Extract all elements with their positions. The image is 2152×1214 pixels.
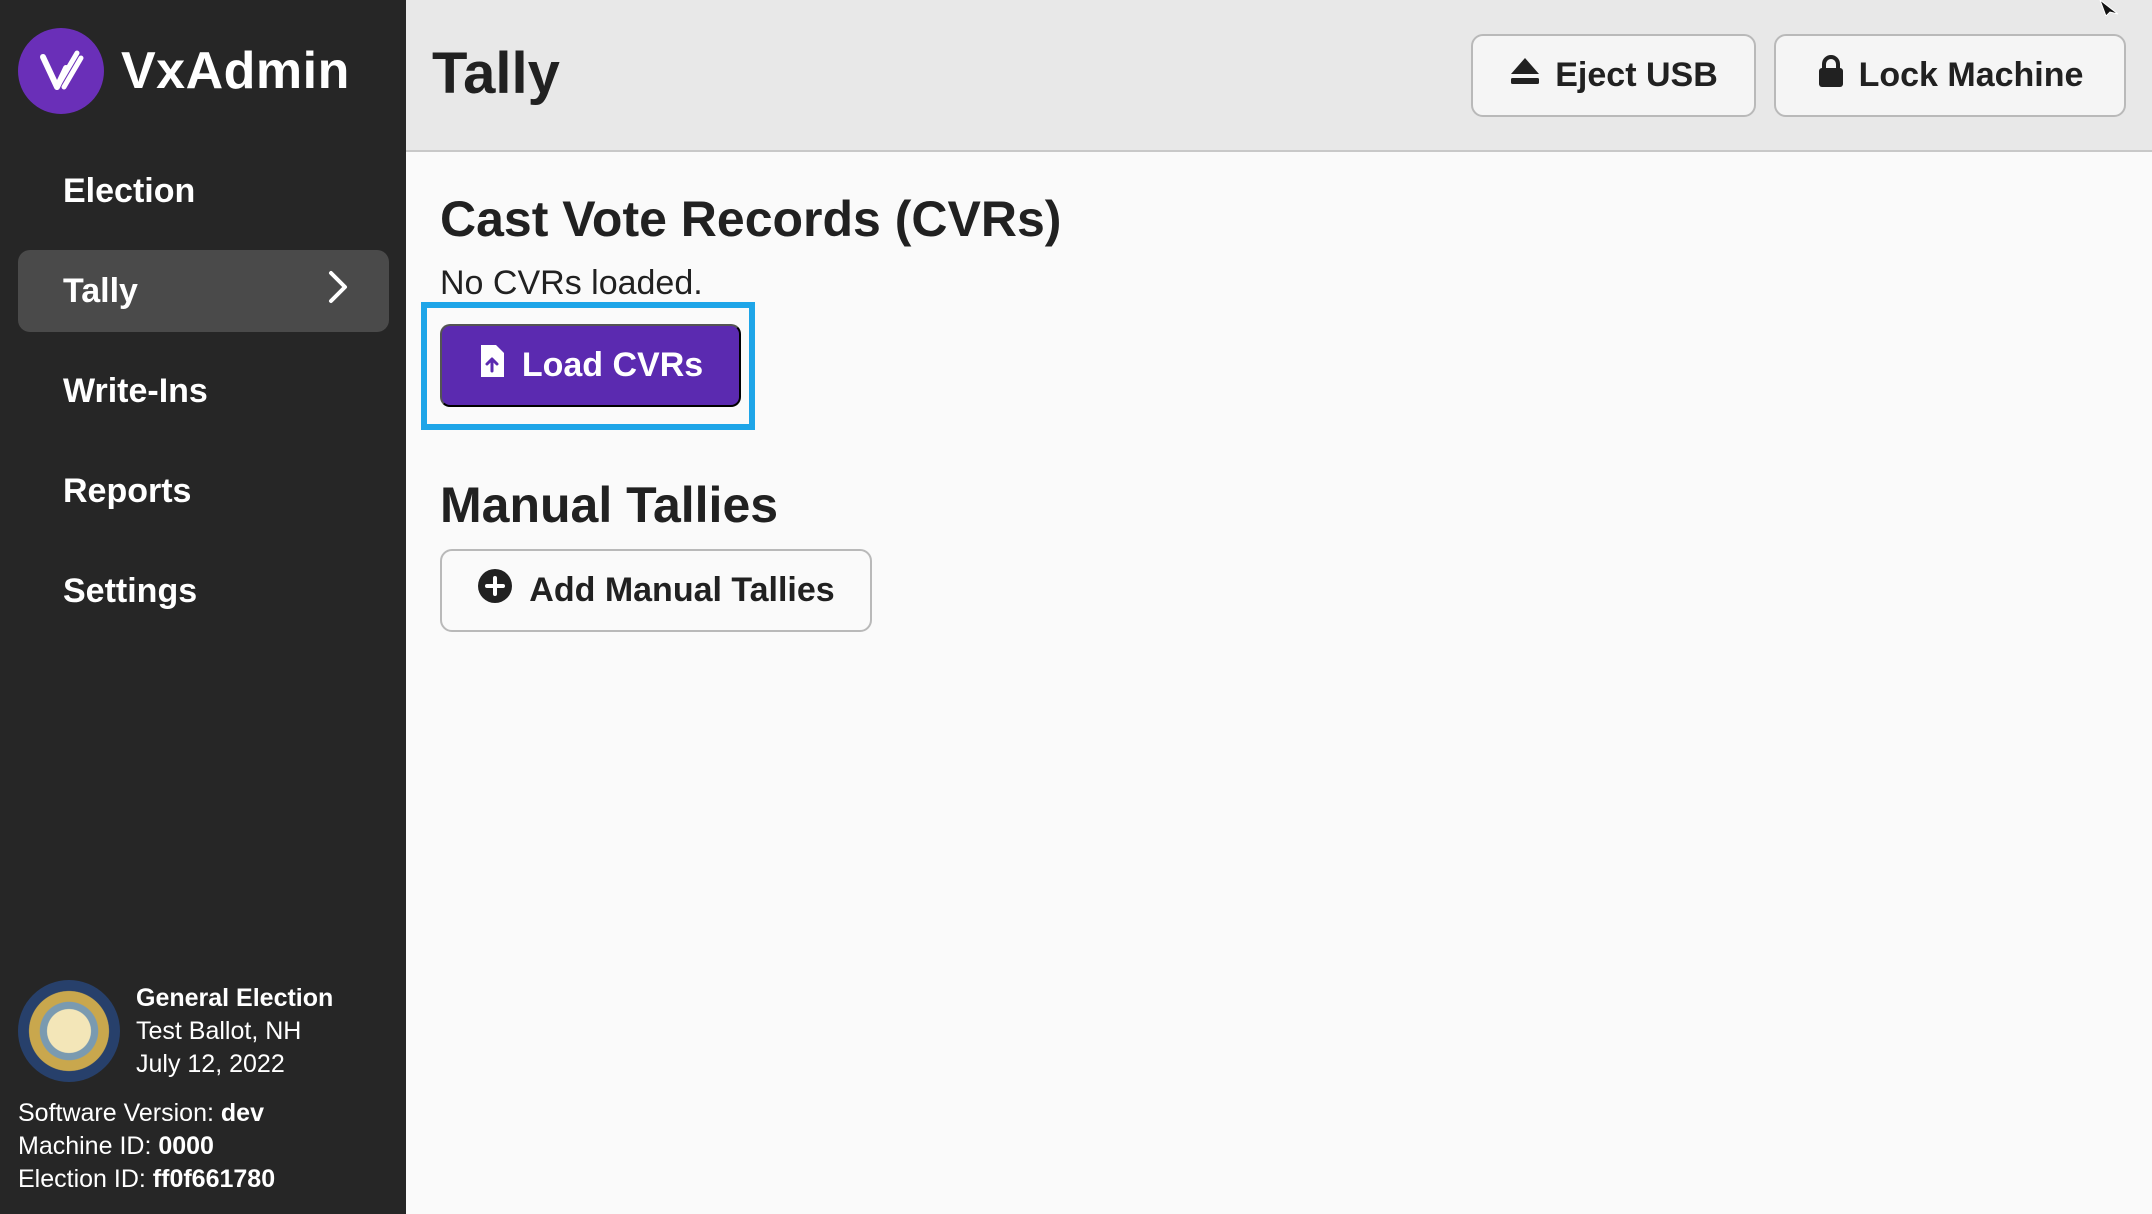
eject-usb-label: Eject USB [1555,56,1718,94]
plus-circle-icon [477,568,513,613]
sidebar-item-reports[interactable]: Reports [18,450,389,532]
load-cvrs-label: Load CVRs [521,346,704,384]
election-date: July 12, 2022 [136,1050,285,1078]
file-upload-icon [478,344,506,387]
page-header: Tally Eject USB Lock Machine [406,0,2152,152]
sidebar-item-settings[interactable]: Settings [18,550,389,632]
sidebar-item-label: Write-Ins [63,371,208,410]
machine-meta: Software Version: dev Machine ID: 0000 E… [18,1097,398,1196]
sidebar-nav: Election Tally Write-Ins Reports Setting… [18,150,389,650]
brand: VxAdmin [18,28,350,114]
election-name: General Election [136,984,334,1012]
sidebar-item-label: Tally [63,271,138,310]
sidebar-item-election[interactable]: Election [18,150,389,232]
vx-logo-icon [18,28,104,114]
app-window: VxAdmin Election Tally Write-Ins Reports… [0,0,2152,1214]
software-version: Software Version: dev [18,1099,264,1127]
election-id: Election ID: ff0f661780 [18,1165,276,1193]
sidebar-item-label: Settings [63,571,198,610]
machine-id: Machine ID: 0000 [18,1132,214,1160]
eject-icon [1509,56,1541,95]
sidebar-item-write-ins[interactable]: Write-Ins [18,350,389,432]
election-info: General Election Test Ballot, NH July 12… [18,980,398,1082]
sidebar-item-label: Reports [63,471,192,510]
cursor-icon [2098,0,2122,17]
sidebar: VxAdmin Election Tally Write-Ins Reports… [0,0,406,1214]
cvr-section-title: Cast Vote Records (CVRs) [440,191,1062,247]
main-content: Cast Vote Records (CVRs) No CVRs loaded.… [406,154,2152,1214]
election-details: General Election Test Ballot, NH July 12… [136,980,333,1081]
lock-icon [1817,54,1845,97]
ballot-name: Test Ballot, NH [136,1017,302,1045]
cvr-status-text: No CVRs loaded. [440,264,703,302]
eject-usb-button[interactable]: Eject USB [1471,34,1756,117]
state-seal [18,980,120,1082]
sidebar-item-tally[interactable]: Tally [18,250,389,332]
load-cvrs-button[interactable]: Load CVRs [440,324,741,407]
manual-tallies-title: Manual Tallies [440,477,779,533]
app-name: VxAdmin [121,42,350,100]
page-title: Tally [432,41,560,106]
lock-machine-label: Lock Machine [1858,56,2084,94]
add-manual-tallies-button[interactable]: Add Manual Tallies [440,549,872,632]
sidebar-footer: General Election Test Ballot, NH July 12… [18,980,398,1196]
lock-machine-button[interactable]: Lock Machine [1774,34,2126,117]
sidebar-item-label: Election [63,171,196,210]
add-manual-tallies-label: Add Manual Tallies [529,571,835,609]
chevron-right-icon [327,269,349,314]
